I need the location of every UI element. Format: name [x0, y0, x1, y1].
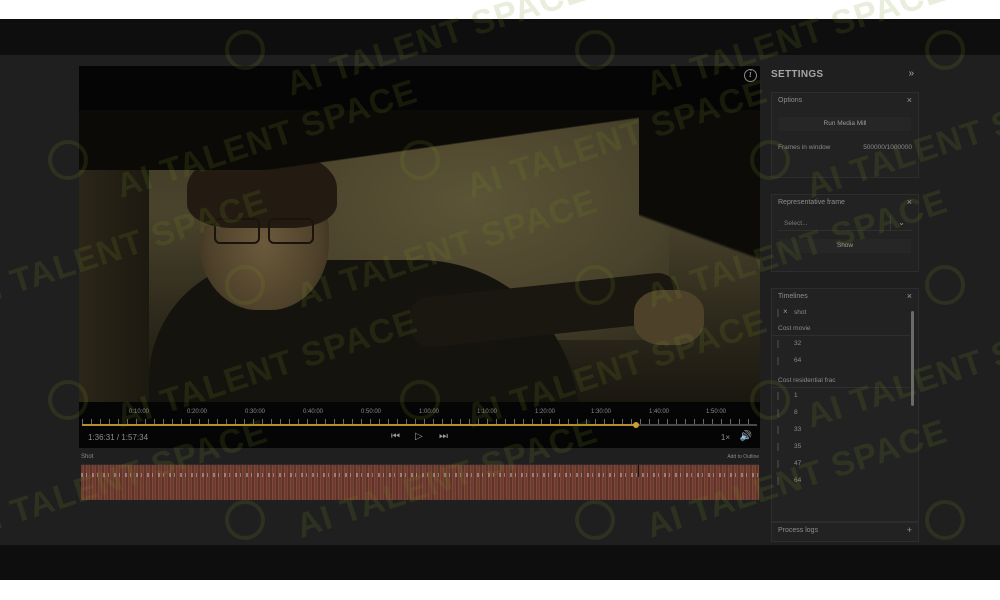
representative-select[interactable]: Select... ⌄: [778, 215, 912, 231]
add-icon[interactable]: +: [907, 525, 912, 535]
frames-label: Frames in window: [778, 144, 831, 151]
tick-label: 0:50:00: [361, 409, 382, 415]
scrubber[interactable]: 0:10:00 0:20:00 0:30:00 0:40:00 0:50:00 …: [79, 404, 760, 428]
collapse-icon[interactable]: »: [908, 68, 914, 79]
list-item-label: 47: [794, 460, 802, 467]
skip-back-icon[interactable]: ⏮: [391, 431, 400, 442]
strip-header: Shot Add to Outline: [81, 454, 759, 462]
list-item-label: 64: [794, 357, 802, 364]
close-icon[interactable]: ×: [907, 95, 912, 105]
chevron-down-icon[interactable]: ⌄: [890, 215, 912, 231]
tick-label: 1:50:00: [706, 409, 727, 415]
progress-fill: [82, 424, 636, 426]
remove-icon[interactable]: ×: [783, 307, 788, 316]
options-panel: Options × Run Media Mill Frames in windo…: [771, 92, 919, 178]
close-icon[interactable]: ×: [907, 291, 912, 301]
show-button[interactable]: Show: [779, 239, 911, 253]
scrubber-tick-labels: 0:10:00 0:20:00 0:30:00 0:40:00 0:50:00 …: [79, 409, 760, 419]
info-icon[interactable]: i: [744, 69, 757, 82]
frames-row: Frames in window 500000/1000000: [772, 141, 918, 155]
list-item-label: 64: [794, 477, 802, 484]
timeline-item-shot[interactable]: × shot: [772, 305, 918, 322]
player-controls: 1:36:31 / 1:57:34 ⏮ ▷ ⏭ 1× 🔊: [79, 428, 760, 448]
options-title: Options: [778, 97, 803, 104]
list-item[interactable]: 32: [772, 336, 918, 353]
tick-label: 0:10:00: [129, 409, 150, 415]
tick-label: 1:10:00: [477, 409, 498, 415]
select-placeholder: Select...: [784, 220, 808, 227]
list-item[interactable]: 8: [772, 405, 918, 422]
list-item[interactable]: 35: [772, 439, 918, 456]
playhead-marker: [638, 465, 639, 477]
video-car-frame: [639, 110, 760, 402]
video-player: i 0:10:00 0:20:00 0:30:00 0:40:00 0:50:0…: [79, 66, 760, 448]
volume-icon[interactable]: 🔊: [740, 431, 752, 442]
close-icon[interactable]: ×: [907, 197, 912, 207]
timeline-item-label: shot: [794, 309, 807, 316]
tick-label: 1:20:00: [535, 409, 556, 415]
tick-label: 0:20:00: [187, 409, 208, 415]
frames-value: 500000/1000000: [863, 144, 912, 151]
timeline-group-label: Cost residential frac: [772, 374, 910, 388]
tick-label: 1:00:00: [419, 409, 440, 415]
tick-label: 1:40:00: [649, 409, 670, 415]
list-item[interactable]: 1: [772, 388, 918, 405]
list-item[interactable]: 64: [772, 353, 918, 370]
list-item[interactable]: 33: [772, 422, 918, 439]
timelines-title: Timelines: [778, 293, 808, 300]
play-icon[interactable]: ▷: [415, 431, 423, 442]
add-to-outline-link[interactable]: Add to Outline: [727, 454, 759, 460]
timeline-group-label: Cost movie: [772, 322, 910, 336]
settings-sidebar: SETTINGS » Options × Run Media Mill Fram…: [766, 66, 920, 544]
settings-title: SETTINGS: [771, 69, 824, 80]
timelines-panel: Timelines × × shot Cost movie 32 64 Cost…: [771, 288, 919, 522]
list-item[interactable]: 64: [772, 473, 918, 490]
shot-markers: [81, 473, 759, 477]
list-item[interactable]: 47: [772, 456, 918, 473]
list-item-label: 8: [794, 409, 798, 416]
timecode: 1:36:31 / 1:57:34: [88, 433, 149, 442]
tick-label: 0:30:00: [245, 409, 266, 415]
strip-label: Shot: [81, 454, 94, 460]
representative-frame-panel: Representative frame × Select... ⌄ Show: [771, 194, 919, 272]
list-item-label: 1: [794, 392, 798, 399]
list-item-label: 35: [794, 443, 802, 450]
progress-track[interactable]: [82, 424, 757, 426]
representative-title: Representative frame: [778, 199, 845, 206]
list-item-label: 33: [794, 426, 802, 433]
speed-button[interactable]: 1×: [721, 433, 730, 442]
process-logs-title: Process logs: [778, 527, 819, 534]
tick-label: 0:40:00: [303, 409, 324, 415]
skip-forward-icon[interactable]: ⏭: [439, 431, 448, 442]
scrollbar[interactable]: [911, 311, 914, 406]
run-media-mill-button[interactable]: Run Media Mill: [779, 117, 911, 131]
video-person-glasses: [214, 218, 324, 246]
process-logs-panel: Process logs +: [771, 522, 919, 542]
tick-label: 1:30:00: [591, 409, 612, 415]
list-item-label: 32: [794, 340, 802, 347]
video-frame[interactable]: [79, 110, 760, 402]
shot-timeline[interactable]: [81, 464, 759, 500]
